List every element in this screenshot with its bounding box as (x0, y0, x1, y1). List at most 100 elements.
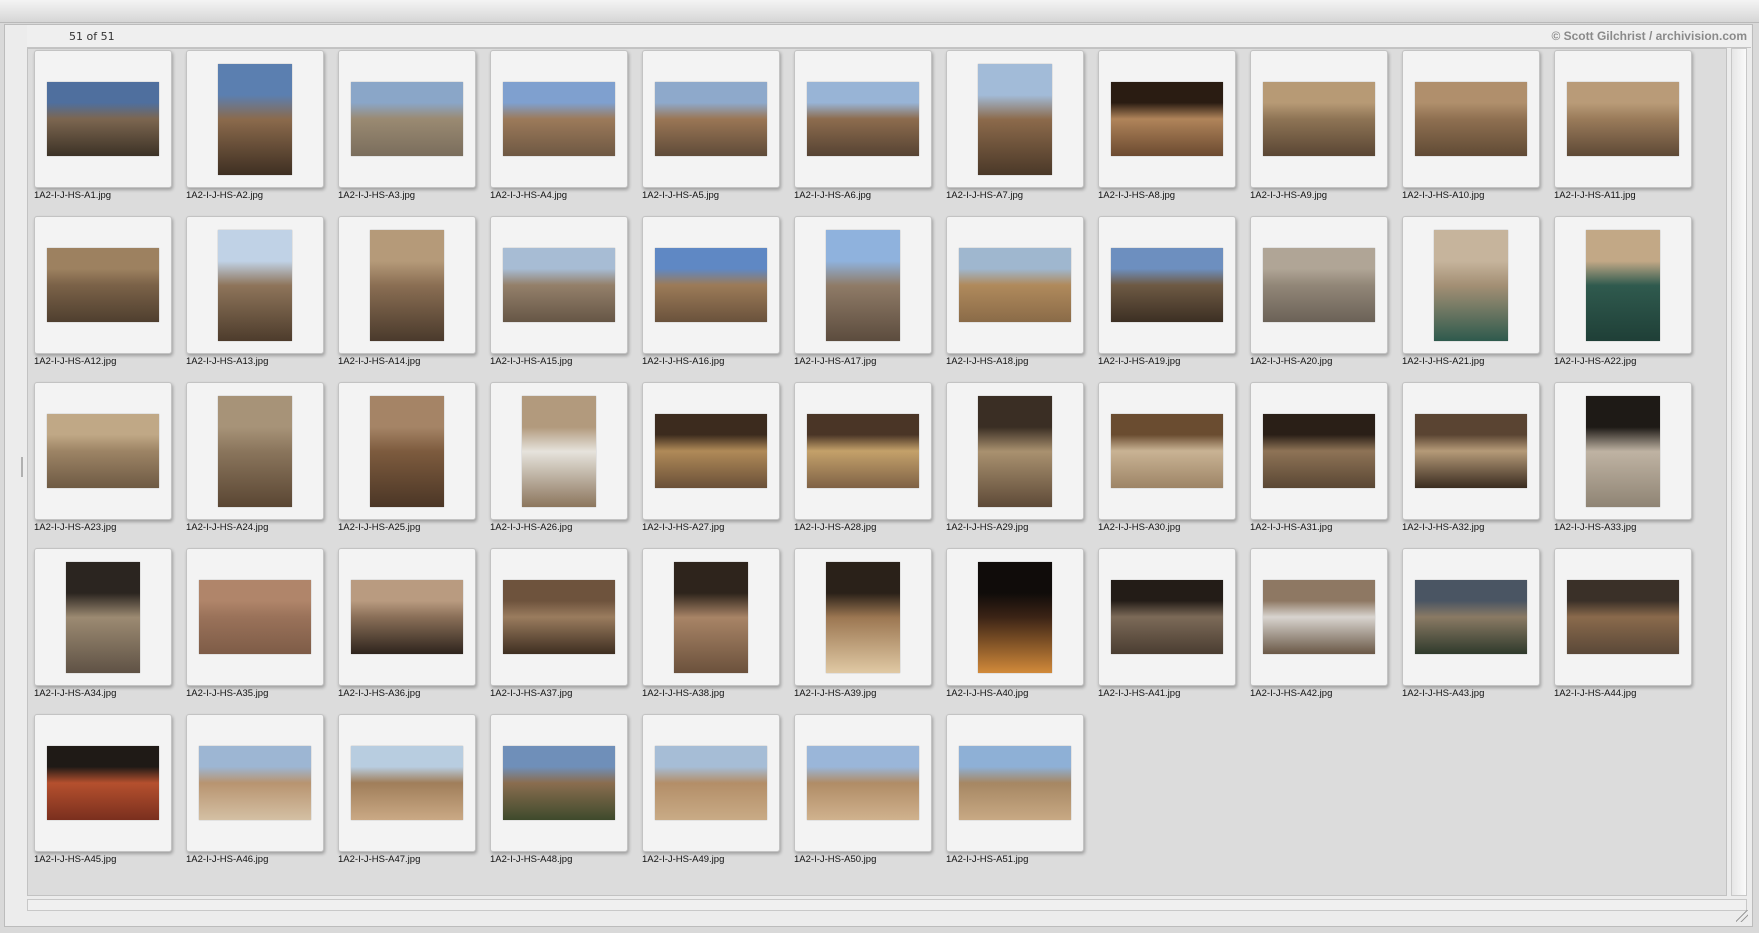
thumbnail-cell[interactable]: 1A2-I-J-HS-A22.jpg (1554, 216, 1692, 381)
thumbnail-slide[interactable] (34, 382, 172, 520)
thumbnail-cell[interactable]: 1A2-I-J-HS-A26.jpg (490, 382, 628, 547)
thumbnail-image[interactable] (978, 396, 1052, 507)
thumbnail-cell[interactable]: 1A2-I-J-HS-A47.jpg (338, 714, 476, 879)
thumbnail-cell[interactable]: 1A2-I-J-HS-A5.jpg (642, 50, 780, 215)
thumbnail-slide[interactable] (186, 216, 324, 354)
thumbnail-slide[interactable] (1098, 548, 1236, 686)
thumbnail-image[interactable] (807, 414, 919, 488)
thumbnail-cell[interactable]: 1A2-I-J-HS-A3.jpg (338, 50, 476, 215)
thumbnail-cell[interactable]: 1A2-I-J-HS-A8.jpg (1098, 50, 1236, 215)
thumbnail-image[interactable] (655, 82, 767, 156)
thumbnail-image[interactable] (1111, 82, 1223, 156)
thumbnail-slide[interactable] (1098, 216, 1236, 354)
thumbnail-cell[interactable]: 1A2-I-J-HS-A9.jpg (1250, 50, 1388, 215)
thumbnail-image[interactable] (218, 230, 292, 341)
thumbnail-image[interactable] (807, 746, 919, 820)
thumbnail-cell[interactable]: 1A2-I-J-HS-A30.jpg (1098, 382, 1236, 547)
thumbnail-cell[interactable]: 1A2-I-J-HS-A2.jpg (186, 50, 324, 215)
thumbnail-cell[interactable]: 1A2-I-J-HS-A41.jpg (1098, 548, 1236, 713)
thumbnail-cell[interactable]: 1A2-I-J-HS-A32.jpg (1402, 382, 1540, 547)
thumbnail-cell[interactable]: 1A2-I-J-HS-A18.jpg (946, 216, 1084, 381)
thumbnail-image[interactable] (959, 248, 1071, 322)
resize-grip-icon[interactable] (1736, 910, 1748, 922)
thumbnail-image[interactable] (503, 580, 615, 654)
thumbnail-cell[interactable]: 1A2-I-J-HS-A44.jpg (1554, 548, 1692, 713)
thumbnail-cell[interactable]: 1A2-I-J-HS-A40.jpg (946, 548, 1084, 713)
thumbnail-slide[interactable] (642, 216, 780, 354)
thumbnail-cell[interactable]: 1A2-I-J-HS-A21.jpg (1402, 216, 1540, 381)
thumbnail-cell[interactable]: 1A2-I-J-HS-A1.jpg (34, 50, 172, 215)
thumbnail-image[interactable] (370, 396, 444, 507)
thumbnail-cell[interactable]: 1A2-I-J-HS-A33.jpg (1554, 382, 1692, 547)
thumbnail-slide[interactable] (186, 50, 324, 188)
thumbnail-slide[interactable] (34, 548, 172, 686)
thumbnail-image[interactable] (1415, 580, 1527, 654)
thumbnail-slide[interactable] (642, 548, 780, 686)
thumbnail-cell[interactable]: 1A2-I-J-HS-A50.jpg (794, 714, 932, 879)
thumbnail-slide[interactable] (946, 216, 1084, 354)
thumbnail-slide[interactable] (794, 382, 932, 520)
thumbnail-slide[interactable] (1554, 216, 1692, 354)
thumbnail-slide[interactable] (34, 50, 172, 188)
thumbnail-image[interactable] (47, 248, 159, 322)
thumbnail-slide[interactable] (642, 50, 780, 188)
thumbnail-image[interactable] (807, 82, 919, 156)
thumbnail-cell[interactable]: 1A2-I-J-HS-A20.jpg (1250, 216, 1388, 381)
thumbnail-slide[interactable] (946, 548, 1084, 686)
thumbnail-cell[interactable]: 1A2-I-J-HS-A49.jpg (642, 714, 780, 879)
thumbnail-slide[interactable] (34, 714, 172, 852)
thumbnail-cell[interactable]: 1A2-I-J-HS-A4.jpg (490, 50, 628, 215)
thumbnail-slide[interactable] (1250, 382, 1388, 520)
thumbnail-slide[interactable] (338, 548, 476, 686)
thumbnail-image[interactable] (674, 562, 748, 673)
thumbnail-slide[interactable] (946, 382, 1084, 520)
thumbnail-image[interactable] (655, 746, 767, 820)
thumbnail-slide[interactable] (186, 714, 324, 852)
thumbnail-cell[interactable]: 1A2-I-J-HS-A29.jpg (946, 382, 1084, 547)
thumbnail-image[interactable] (66, 562, 140, 673)
thumbnail-cell[interactable]: 1A2-I-J-HS-A11.jpg (1554, 50, 1692, 215)
thumbnail-slide[interactable] (490, 548, 628, 686)
thumbnail-cell[interactable]: 1A2-I-J-HS-A48.jpg (490, 714, 628, 879)
thumbnail-slide[interactable] (186, 382, 324, 520)
thumbnail-cell[interactable]: 1A2-I-J-HS-A14.jpg (338, 216, 476, 381)
thumbnail-cell[interactable]: 1A2-I-J-HS-A46.jpg (186, 714, 324, 879)
thumbnail-image[interactable] (1263, 248, 1375, 322)
thumbnail-image[interactable] (199, 746, 311, 820)
thumbnail-image[interactable] (1586, 230, 1660, 341)
thumbnail-slide[interactable] (490, 216, 628, 354)
thumbnail-cell[interactable]: 1A2-I-J-HS-A7.jpg (946, 50, 1084, 215)
thumbnail-image[interactable] (1567, 82, 1679, 156)
thumbnail-slide[interactable] (1250, 548, 1388, 686)
thumbnail-slide[interactable] (338, 50, 476, 188)
thumbnail-cell[interactable]: 1A2-I-J-HS-A15.jpg (490, 216, 628, 381)
thumbnail-cell[interactable]: 1A2-I-J-HS-A6.jpg (794, 50, 932, 215)
thumbnail-slide[interactable] (1554, 548, 1692, 686)
thumbnail-image[interactable] (655, 248, 767, 322)
thumbnail-cell[interactable]: 1A2-I-J-HS-A25.jpg (338, 382, 476, 547)
thumbnail-image[interactable] (1263, 82, 1375, 156)
thumbnail-slide[interactable] (34, 216, 172, 354)
thumbnail-image[interactable] (655, 414, 767, 488)
thumbnail-image[interactable] (503, 248, 615, 322)
thumbnail-image[interactable] (47, 82, 159, 156)
thumbnail-cell[interactable]: 1A2-I-J-HS-A10.jpg (1402, 50, 1540, 215)
thumbnail-cell[interactable]: 1A2-I-J-HS-A43.jpg (1402, 548, 1540, 713)
thumbnail-slide[interactable] (642, 714, 780, 852)
thumbnail-image[interactable] (351, 746, 463, 820)
thumbnail-image[interactable] (1111, 414, 1223, 488)
thumbnail-slide[interactable] (642, 382, 780, 520)
thumbnail-cell[interactable]: 1A2-I-J-HS-A24.jpg (186, 382, 324, 547)
thumbnail-slide[interactable] (1402, 50, 1540, 188)
thumbnail-cell[interactable]: 1A2-I-J-HS-A13.jpg (186, 216, 324, 381)
thumbnail-slide[interactable] (1098, 382, 1236, 520)
thumbnail-slide[interactable] (794, 714, 932, 852)
vertical-scrollbar[interactable] (1731, 48, 1747, 896)
thumbnail-image[interactable] (1111, 580, 1223, 654)
thumbnail-image[interactable] (826, 562, 900, 673)
thumbnail-cell[interactable]: 1A2-I-J-HS-A27.jpg (642, 382, 780, 547)
thumbnail-cell[interactable]: 1A2-I-J-HS-A36.jpg (338, 548, 476, 713)
thumbnail-cell[interactable]: 1A2-I-J-HS-A42.jpg (1250, 548, 1388, 713)
thumbnail-image[interactable] (1415, 82, 1527, 156)
thumbnail-image[interactable] (47, 746, 159, 820)
